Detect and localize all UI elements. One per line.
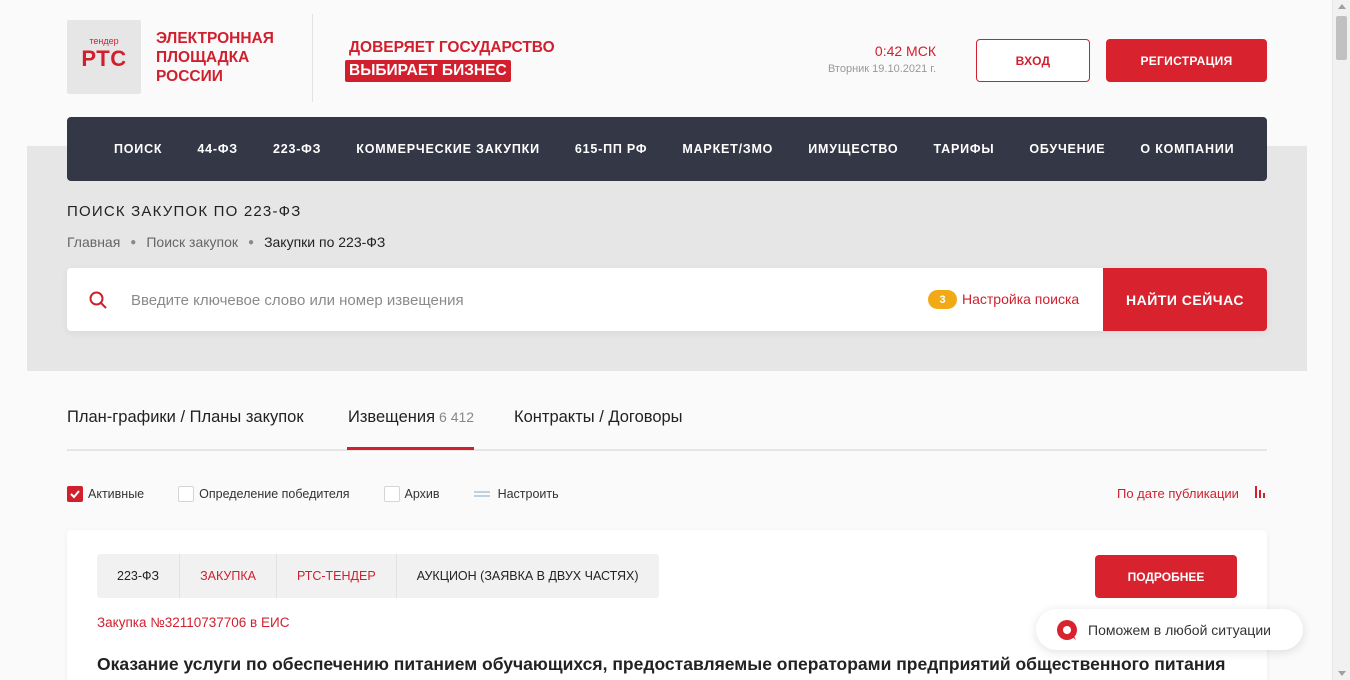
slogan-line1: ДОВЕРЯЕТ ГОСУДАРСТВО: [349, 39, 555, 56]
filter-winner-label: Определение победителя: [199, 487, 350, 501]
filter-archive[interactable]: Архив: [383, 486, 440, 502]
search-icon: [89, 291, 107, 309]
filter-archive-label: Архив: [404, 487, 440, 501]
filter-winner-checkbox[interactable]: [178, 486, 195, 502]
breadcrumb-home[interactable]: Главная: [67, 234, 120, 250]
nav-item-commercial[interactable]: КОММЕРЧЕСКИЕ ЗАКУПКИ: [356, 142, 540, 156]
brand-name: ЭЛЕКТРОННАЯ ПЛОЩАДКА РОССИИ: [156, 30, 274, 85]
tab-contracts-label: Контракты / Договоры: [514, 408, 683, 426]
tab-plans[interactable]: План-графики / Планы закупок: [67, 408, 304, 427]
search-settings-link[interactable]: Настройка поиска: [962, 291, 1079, 307]
page-scrollbar[interactable]: [1332, 0, 1350, 680]
scroll-thumb[interactable]: [1336, 16, 1347, 60]
current-time: 0:42 МСК: [874, 43, 936, 59]
tag-law: 223-ФЗ: [97, 554, 181, 598]
filter-winner[interactable]: Определение победителя: [178, 486, 350, 502]
nav-item-615pp[interactable]: 615-ПП РФ: [575, 142, 648, 156]
tune-icon: [473, 491, 490, 497]
bar-chart-icon[interactable]: [1255, 486, 1267, 498]
tag-platform[interactable]: РТС-ТЕНДЕР: [277, 554, 397, 598]
header-divider: [312, 14, 313, 102]
logo[interactable]: тендер РТС: [67, 20, 141, 94]
tab-notices-label: Извещения: [348, 408, 436, 426]
nav-item-search[interactable]: ПОИСК: [114, 142, 162, 156]
logo-small-text: тендер: [89, 36, 119, 46]
login-button[interactable]: ВХОД: [976, 39, 1090, 82]
search-input[interactable]: [131, 285, 891, 315]
procurement-title[interactable]: Оказание услуги по обеспечению питанием …: [97, 654, 1225, 675]
nav-item-223fz[interactable]: 223-ФЗ: [273, 142, 321, 156]
nav-item-market[interactable]: МАРКЕТ/ЗМО: [682, 142, 773, 156]
help-chat-text: Поможем в любой ситуации: [1088, 621, 1271, 638]
nav-item-property[interactable]: ИМУЩЕСТВО: [808, 142, 898, 156]
breadcrumb-search[interactable]: Поиск закупок: [146, 234, 238, 250]
logo-big-text: РТС: [81, 46, 127, 71]
breadcrumb-separator: ●: [130, 236, 137, 248]
breadcrumb-separator: ●: [248, 236, 255, 248]
search-submit-button[interactable]: НАЙТИ СЕЙЧАС: [1103, 268, 1267, 331]
nav-item-about[interactable]: О КОМПАНИИ: [1140, 142, 1234, 156]
check-icon: [70, 490, 80, 499]
filter-active-label: Активные: [88, 487, 145, 501]
tag-type[interactable]: ЗАКУПКА: [180, 554, 277, 598]
filter-configure-label: Настроить: [497, 487, 559, 501]
chat-bubble-icon: [1057, 619, 1077, 640]
register-button[interactable]: РЕГИСТРАЦИЯ: [1106, 39, 1267, 82]
tab-notices-count: 6 412: [439, 409, 475, 425]
scroll-down-arrow-icon[interactable]: [1338, 671, 1346, 676]
details-button[interactable]: ПОДРОБНЕЕ: [1095, 555, 1237, 598]
current-date: Вторник 19.10.2021 г.: [827, 63, 936, 75]
card-tags: 223-ФЗ ЗАКУПКА РТС-ТЕНДЕР АУКЦИОН (ЗАЯВК…: [97, 554, 659, 598]
result-card: 223-ФЗ ЗАКУПКА РТС-ТЕНДЕР АУКЦИОН (ЗАЯВК…: [67, 530, 1267, 680]
search-bar: 3 Настройка поиска НАЙТИ СЕЙЧАС: [67, 268, 1267, 331]
filter-configure[interactable]: Настроить: [473, 487, 559, 501]
page-title: ПОИСК ЗАКУПОК ПО 223-ФЗ: [67, 203, 302, 220]
scroll-up-arrow-icon[interactable]: [1338, 4, 1346, 9]
sort-by-date[interactable]: По дате публикации: [1117, 486, 1239, 501]
filter-active[interactable]: Активные: [67, 486, 144, 502]
procurement-number-link[interactable]: Закупка №32110737706 в ЕИС: [97, 615, 289, 630]
slogan-line2: ВЫБИРАЕТ БИЗНЕС: [345, 60, 511, 82]
main-nav: ПОИСК 44-ФЗ 223-ФЗ КОММЕРЧЕСКИЕ ЗАКУПКИ …: [67, 117, 1267, 181]
filter-active-checkbox[interactable]: [67, 486, 83, 502]
nav-item-tariffs[interactable]: ТАРИФЫ: [933, 142, 994, 156]
search-settings-count-badge[interactable]: 3: [928, 290, 957, 309]
breadcrumb: Главная ● Поиск закупок ● Закупки по 223…: [67, 234, 385, 250]
filters-row: Активные Определение победителя Архив На…: [67, 484, 593, 504]
result-tabs: План-графики / Планы закупок Извещения 6 …: [67, 400, 1267, 451]
nav-item-44fz[interactable]: 44-ФЗ: [197, 142, 238, 156]
page: тендер РТС ЭЛЕКТРОННАЯ ПЛОЩАДКА РОССИИ Д…: [0, 0, 1332, 680]
help-chat-widget[interactable]: Поможем в любой ситуации: [1036, 609, 1303, 650]
nav-item-education[interactable]: ОБУЧЕНИЕ: [1029, 142, 1105, 156]
breadcrumb-current: Закупки по 223-ФЗ: [264, 234, 386, 250]
tab-contracts[interactable]: Контракты / Договоры: [514, 408, 683, 427]
tag-method: АУКЦИОН (ЗАЯВКА В ДВУХ ЧАСТЯХ): [416, 569, 639, 583]
filter-archive-checkbox[interactable]: [383, 486, 400, 502]
tab-plans-label: План-графики / Планы закупок: [67, 408, 304, 426]
tab-notices[interactable]: Извещения 6 412: [348, 408, 474, 427]
active-tab-indicator: [347, 447, 474, 450]
